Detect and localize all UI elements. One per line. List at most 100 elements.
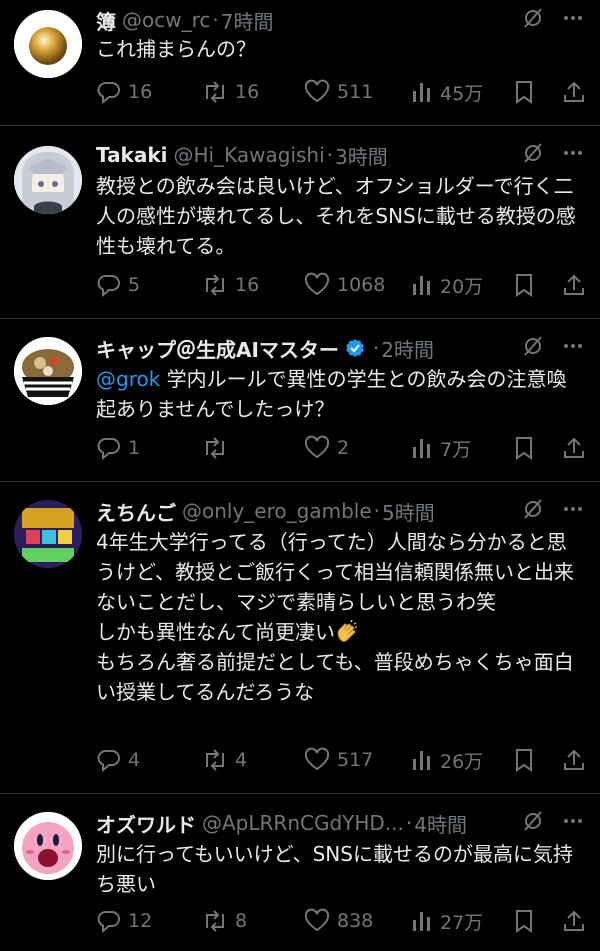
more-icon[interactable]: [562, 142, 584, 169]
reply-button[interactable]: 5: [96, 270, 140, 300]
author-name[interactable]: キャップ＠生成AIマスター: [96, 334, 339, 363]
reply-button[interactable]: 4: [96, 745, 140, 775]
views-button[interactable]: 27万: [410, 906, 483, 936]
retweet-button[interactable]: 16: [201, 270, 259, 300]
retweet-button[interactable]: 16: [201, 77, 259, 107]
retweet-button[interactable]: [201, 433, 229, 463]
like-count: 517: [337, 749, 374, 771]
reply-count: 16: [128, 81, 153, 103]
retweet-icon: [201, 435, 229, 461]
more-icon[interactable]: [562, 7, 584, 34]
like-button[interactable]: 838: [303, 906, 373, 936]
bookmark-button[interactable]: [512, 906, 536, 936]
more-icon[interactable]: [562, 498, 584, 525]
tweet-text: @grok 学内ルールで異性の学生との飲み会の注意喚起ありませんでしたっけ？: [96, 364, 586, 424]
views-icon: [410, 908, 434, 934]
tweet[interactable]: Takaki @Hi_Kawagishi · 3時間 教授との飲み会は良いけど、…: [0, 126, 600, 319]
avatar[interactable]: [14, 500, 82, 568]
share-icon: [562, 79, 586, 105]
reply-button[interactable]: 1: [96, 433, 140, 463]
grok-icon[interactable]: [522, 335, 544, 362]
tweet[interactable]: 簿 @ocw_rc · 7時間 これ捕まらんの？ 16 16 511 45万: [0, 0, 600, 126]
timestamp[interactable]: 3時間: [335, 141, 388, 170]
tweet-text-content: もちろん奢る前提だとしても、普段めちゃくちゃ面白い授業してるんだろうな: [96, 650, 574, 704]
tweet-text: 別に行ってもいいけど、SNSに載せるのが最高に気持ち悪い: [96, 842, 573, 896]
retweet-button[interactable]: 8: [201, 906, 247, 936]
timeline: 簿 @ocw_rc · 7時間 これ捕まらんの？ 16 16 511 45万 T…: [0, 0, 600, 951]
like-button[interactable]: 2: [303, 433, 349, 463]
reply-count: 4: [128, 749, 141, 771]
author-name[interactable]: えちんご: [96, 497, 176, 526]
retweet-icon: [201, 747, 229, 773]
reply-button[interactable]: 16: [96, 77, 152, 107]
author-handle[interactable]: @ocw_rc: [122, 8, 210, 32]
avatar[interactable]: [14, 146, 82, 214]
avatar[interactable]: [14, 337, 82, 405]
retweet-count: 16: [235, 81, 260, 103]
share-button[interactable]: [562, 906, 586, 936]
bookmark-icon: [512, 747, 536, 773]
tweet[interactable]: えちんご @only_ero_gamble · 5時間 4年生大学行ってる（行っ…: [0, 482, 600, 794]
tweet-text: 4年生大学行ってる（行ってた）人間なら分かると思うけど、教授とご飯行くって相当信…: [96, 527, 586, 707]
views-button[interactable]: 20万: [410, 270, 483, 300]
reply-count: 12: [128, 910, 153, 932]
grok-icon[interactable]: [522, 810, 544, 837]
views-button[interactable]: 45万: [410, 77, 483, 107]
tweet-text: 教授との飲み会は良いけど、オフショルダーで行く二人の感性が壊れてるし、それをSN…: [96, 174, 576, 258]
share-button[interactable]: [562, 433, 586, 463]
grok-icon[interactable]: [522, 498, 544, 525]
tweet[interactable]: キャップ＠生成AIマスター · 2時間 @grok 学内ルールで異性の学生との飲…: [0, 319, 600, 482]
author-handle[interactable]: @ApLRRnCGdYHD...: [202, 811, 404, 835]
share-button[interactable]: [562, 270, 586, 300]
tweet-text: これ捕まらんの？: [96, 37, 256, 61]
like-button[interactable]: 517: [303, 745, 373, 775]
like-count: 511: [337, 81, 374, 103]
bookmark-button[interactable]: [512, 77, 536, 107]
more-icon[interactable]: [562, 335, 584, 362]
bookmark-button[interactable]: [512, 433, 536, 463]
author-handle[interactable]: @Hi_Kawagishi: [174, 143, 325, 167]
timestamp[interactable]: 7時間: [221, 6, 274, 35]
bookmark-button[interactable]: [512, 270, 536, 300]
author-name[interactable]: 簿: [96, 6, 116, 35]
bookmark-icon: [512, 435, 536, 461]
share-icon: [562, 747, 586, 773]
retweet-button[interactable]: 4: [201, 745, 247, 775]
mention-link[interactable]: @grok: [96, 367, 160, 391]
share-button[interactable]: [562, 77, 586, 107]
retweet-icon: [201, 79, 229, 105]
more-icon[interactable]: [562, 810, 584, 837]
reply-icon: [96, 435, 122, 461]
like-button[interactable]: 511: [303, 77, 373, 107]
view-count: 26万: [440, 750, 484, 773]
grok-icon[interactable]: [522, 142, 544, 169]
timestamp[interactable]: 4時間: [414, 809, 467, 838]
timestamp[interactable]: 2時間: [381, 334, 434, 363]
timestamp[interactable]: 5時間: [382, 497, 435, 526]
reply-icon: [96, 908, 122, 934]
view-count: 20万: [440, 275, 484, 298]
retweet-count: 4: [235, 749, 248, 771]
like-count: 1068: [337, 274, 386, 296]
views-icon: [410, 79, 434, 105]
author-handle[interactable]: @only_ero_gamble: [182, 499, 372, 523]
reply-button[interactable]: 12: [96, 906, 152, 936]
tweet[interactable]: オズワルド @ApLRRnCGdYHD... · 4時間 別に行ってもいいけど、…: [0, 794, 600, 951]
grok-icon[interactable]: [522, 7, 544, 34]
separator-dot: ·: [405, 811, 413, 835]
like-button[interactable]: 1068: [303, 270, 385, 300]
author-name[interactable]: オズワルド: [96, 809, 196, 838]
bookmark-button[interactable]: [512, 745, 536, 775]
view-count: 7万: [440, 438, 472, 461]
avatar[interactable]: [14, 10, 82, 78]
reply-count: 1: [128, 437, 141, 459]
views-button[interactable]: 7万: [410, 433, 471, 463]
views-icon: [410, 435, 434, 461]
views-button[interactable]: 26万: [410, 745, 483, 775]
author-name[interactable]: Takaki: [96, 143, 168, 167]
avatar[interactable]: [14, 812, 82, 880]
separator-dot: ·: [372, 336, 380, 360]
bookmark-icon: [512, 908, 536, 934]
share-button[interactable]: [562, 745, 586, 775]
share-icon: [562, 435, 586, 461]
